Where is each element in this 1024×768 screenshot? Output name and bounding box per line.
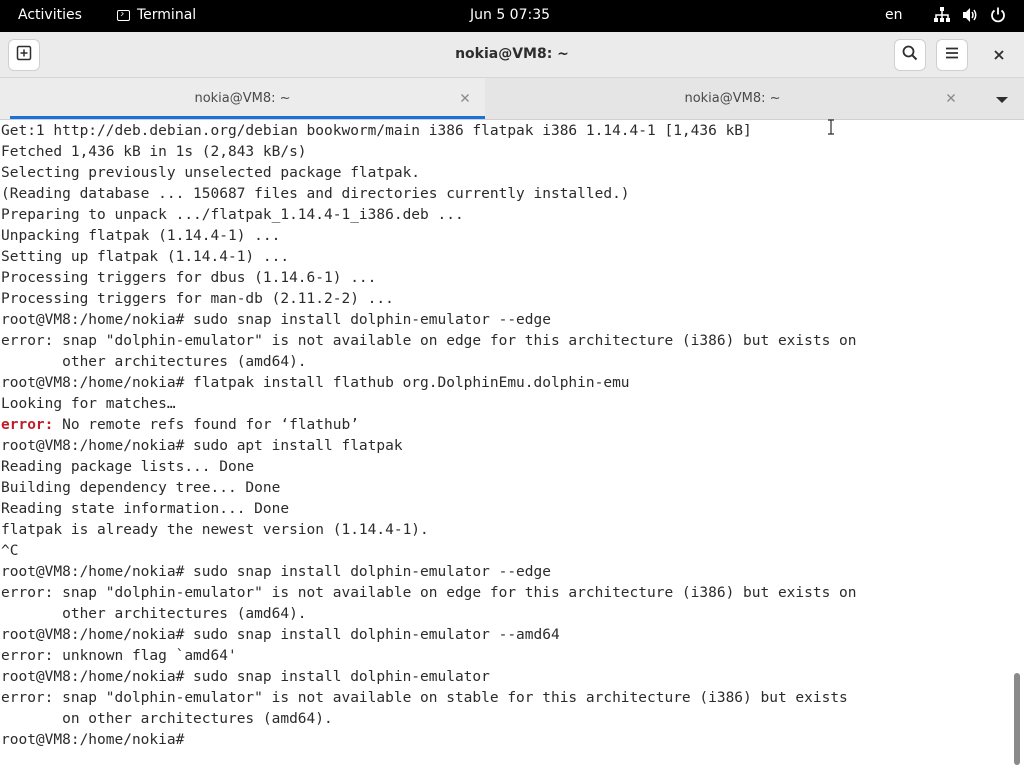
scrollbar-thumb[interactable] xyxy=(1014,673,1020,765)
app-menu-button[interactable]: Terminal xyxy=(117,7,196,23)
terminal-line: error: snap "dolphin-emulator" is not av… xyxy=(1,585,857,601)
terminal-line: ^C xyxy=(1,543,19,559)
header-bar: nokia@VM8: ~ xyxy=(0,32,1024,78)
terminal-line: Fetched 1,436 kB in 1s (2,843 kB/s) xyxy=(1,144,307,160)
tab-1-close-button[interactable] xyxy=(458,91,472,105)
close-icon xyxy=(993,46,1005,65)
close-window-button[interactable] xyxy=(988,45,1010,65)
tab-list-chevron-down-icon[interactable] xyxy=(994,92,1010,106)
tab-1[interactable]: nokia@VM8: ~ xyxy=(0,78,485,119)
error-label: error: xyxy=(1,417,54,433)
window-title: nokia@VM8: ~ xyxy=(455,46,569,62)
terminal-line: root@VM8:/home/nokia# sudo snap install … xyxy=(1,669,490,685)
hamburger-menu-icon xyxy=(944,45,960,65)
search-icon xyxy=(902,45,918,65)
terminal-line: Reading package lists... Done xyxy=(1,459,255,475)
tab-2-close-button[interactable] xyxy=(944,91,958,105)
active-tab-indicator xyxy=(10,116,485,119)
terminal-line: on other architectures (amd64). xyxy=(1,711,333,727)
terminal-line: Processing triggers for man-db (2.11.2-2… xyxy=(1,291,394,307)
mouse-ibeam-cursor-icon xyxy=(827,119,835,135)
search-button[interactable] xyxy=(894,39,926,71)
terminal-line: Setting up flatpak (1.14.4-1) ... xyxy=(1,249,290,265)
app-name: Terminal xyxy=(137,7,197,23)
activities-button[interactable]: Activities xyxy=(18,7,82,23)
system-menu[interactable] xyxy=(933,6,1007,24)
terminal-line: error: No remote refs found for ‘flathub… xyxy=(0,415,1010,436)
terminal-icon xyxy=(117,9,130,21)
error-message: No remote refs found for ‘flathub’ xyxy=(53,417,359,433)
terminal-line: error: unknown flag `amd64' xyxy=(1,648,237,664)
tab-2[interactable]: nokia@VM8: ~ xyxy=(485,78,980,119)
terminal-line: flatpak is already the newest version (1… xyxy=(1,522,429,538)
terminal-output[interactable]: Get:1 http://deb.debian.org/debian bookw… xyxy=(0,121,1010,768)
volume-icon xyxy=(961,6,979,24)
terminal-line: Building dependency tree... Done xyxy=(1,480,281,496)
terminal-line: Preparing to unpack .../flatpak_1.14.4-1… xyxy=(1,207,464,223)
language-indicator[interactable]: en xyxy=(885,7,903,23)
power-icon xyxy=(989,6,1007,24)
tab-1-label: nokia@VM8: ~ xyxy=(194,91,291,106)
terminal-line: root@VM8:/home/nokia# sudo snap install … xyxy=(1,312,551,328)
terminal-line: Get:1 http://deb.debian.org/debian bookw… xyxy=(1,123,752,139)
network-icon xyxy=(933,6,951,24)
terminal-line: error: snap "dolphin-emulator" is not av… xyxy=(1,333,857,349)
terminal-line: Processing triggers for dbus (1.14.6-1) … xyxy=(1,270,377,286)
terminal-line: (Reading database ... 150687 files and d… xyxy=(1,186,630,202)
terminal-line: error: snap "dolphin-emulator" is not av… xyxy=(1,690,848,706)
terminal-scrollbar[interactable] xyxy=(1010,121,1024,768)
terminal-line: other architectures (amd64). xyxy=(1,606,307,622)
tab-bar: nokia@VM8: ~ nokia@VM8: ~ xyxy=(0,78,1024,120)
terminal-line: root@VM8:/home/nokia# sudo snap install … xyxy=(1,627,560,643)
menu-button[interactable] xyxy=(936,39,968,71)
terminal-line: root@VM8:/home/nokia# flatpak install fl… xyxy=(1,375,630,391)
terminal-line: Selecting previously unselected package … xyxy=(1,165,421,181)
clock[interactable]: Jun 5 07:35 xyxy=(470,7,550,23)
terminal-line: other architectures (amd64). xyxy=(1,354,307,370)
terminal-line: root@VM8:/home/nokia# sudo snap install … xyxy=(1,564,551,580)
terminal-line: Reading state information... Done xyxy=(1,501,290,517)
terminal-line: root@VM8:/home/nokia# xyxy=(1,732,194,748)
tab-2-label: nokia@VM8: ~ xyxy=(684,91,781,106)
terminal-line: Looking for matches… xyxy=(1,396,176,412)
top-bar: Activities Terminal Jun 5 07:35 en xyxy=(0,0,1024,32)
terminal-line: root@VM8:/home/nokia# sudo apt install f… xyxy=(1,438,403,454)
terminal-line: Unpacking flatpak (1.14.4-1) ... xyxy=(1,228,281,244)
